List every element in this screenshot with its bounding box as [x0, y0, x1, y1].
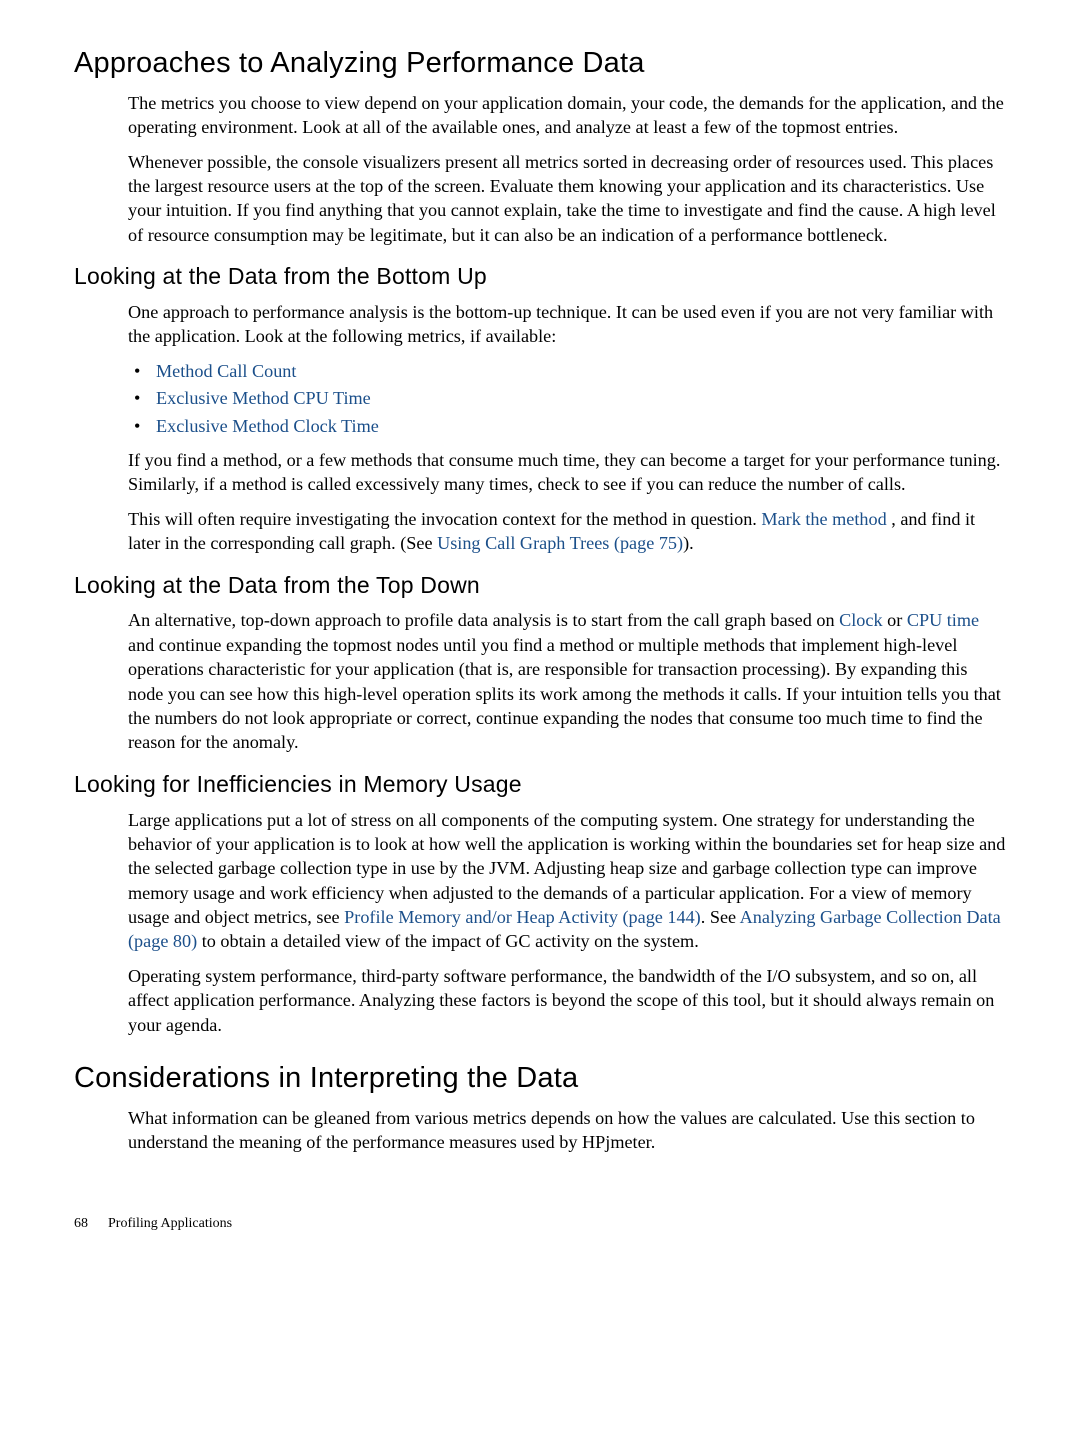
- page-footer: 68 Profiling Applications: [74, 1215, 1006, 1234]
- heading-bottom-up: Looking at the Data from the Bottom Up: [74, 261, 1006, 292]
- para-bottom-1: One approach to performance analysis is …: [128, 300, 1006, 349]
- text-run: to obtain a detailed view of the impact …: [197, 931, 699, 951]
- para-bottom-2: If you find a method, or a few methods t…: [128, 448, 1006, 497]
- link-using-call-graph[interactable]: Using Call Graph Trees (page 75): [437, 533, 683, 553]
- list-item: Exclusive Method CPU Time: [128, 386, 1006, 410]
- heading-approaches: Approaches to Analyzing Performance Data: [74, 44, 1006, 83]
- text-run: ).: [683, 533, 694, 553]
- para-approaches-1: The metrics you choose to view depend on…: [128, 91, 1006, 140]
- para-mem-1: Large applications put a lot of stress o…: [128, 808, 1006, 954]
- heading-mem-ineff: Looking for Inefficiencies in Memory Usa…: [74, 769, 1006, 800]
- link-profile-memory[interactable]: Profile Memory and/or Heap Activity (pag…: [344, 907, 701, 927]
- heading-considerations: Considerations in Interpreting the Data: [74, 1059, 1006, 1098]
- list-item: Method Call Count: [128, 359, 1006, 383]
- heading-top-down: Looking at the Data from the Top Down: [74, 570, 1006, 601]
- bottom-up-list: Method Call Count Exclusive Method CPU T…: [128, 359, 1006, 438]
- list-item: Exclusive Method Clock Time: [128, 414, 1006, 438]
- text-run: An alternative, top-down approach to pro…: [128, 610, 839, 630]
- link-exclusive-cpu-time[interactable]: Exclusive Method CPU Time: [156, 388, 371, 408]
- para-top-1: An alternative, top-down approach to pro…: [128, 608, 1006, 754]
- para-mem-2: Operating system performance, third-part…: [128, 964, 1006, 1037]
- text-run: . See: [701, 907, 740, 927]
- page-number: 68: [74, 1215, 88, 1234]
- text-run: and continue expanding the topmost nodes…: [128, 635, 1001, 753]
- link-mark-the-method[interactable]: Mark the method: [761, 509, 891, 529]
- para-cons-1: What information can be gleaned from var…: [128, 1106, 1006, 1155]
- link-exclusive-clock-time[interactable]: Exclusive Method Clock Time: [156, 416, 379, 436]
- para-approaches-2: Whenever possible, the console visualize…: [128, 150, 1006, 248]
- link-clock[interactable]: Clock: [839, 610, 882, 630]
- link-cpu-time[interactable]: CPU time: [907, 610, 979, 630]
- footer-title: Profiling Applications: [108, 1216, 232, 1231]
- text-run: This will often require investigating th…: [128, 509, 761, 529]
- text-run: or: [883, 610, 907, 630]
- link-method-call-count[interactable]: Method Call Count: [156, 361, 296, 381]
- para-bottom-3: This will often require investigating th…: [128, 507, 1006, 556]
